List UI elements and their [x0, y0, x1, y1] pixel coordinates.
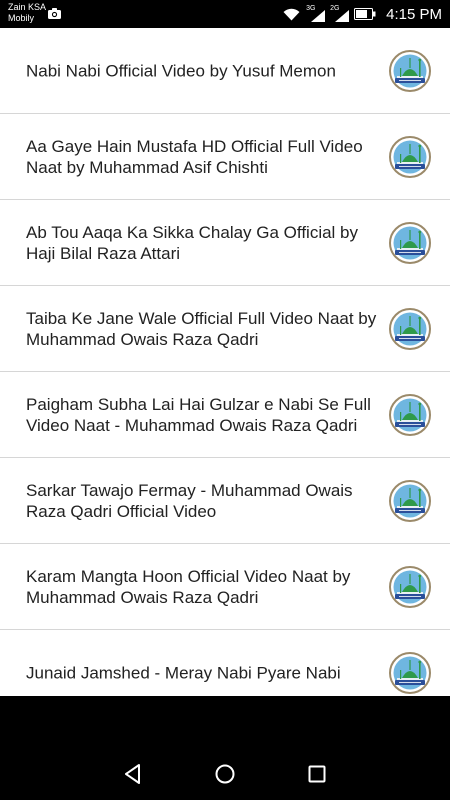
signal-3g-indicator: 3G [306, 5, 326, 22]
signal-icon [335, 10, 350, 22]
video-list[interactable]: Nabi Nabi Official Video by Yusuf Memon … [0, 28, 450, 696]
mosque-dome-thumbnail-icon [389, 651, 431, 694]
video-title: Ab Tou Aaqa Ka Sikka Chalay Ga Official … [26, 222, 359, 263]
list-item-video[interactable]: Aa Gaye Hain Mustafa HD Official Full Vi… [0, 114, 450, 200]
video-title: Sarkar Tawajo Fermay - Muhammad Owais Ra… [26, 480, 353, 521]
app-screen: Zain KSA Mobily 3G 2G 4:15 PM Nabi Nabi … [0, 0, 450, 800]
mosque-dome-thumbnail-icon [389, 135, 431, 178]
mosque-dome-thumbnail-icon [389, 479, 431, 522]
navigation-bar [0, 696, 450, 800]
list-item-video[interactable]: Junaid Jamshed - Meray Nabi Pyare Nabi [0, 630, 450, 696]
video-title: Paigham Subha Lai Hai Gulzar e Nabi Se F… [26, 394, 371, 435]
list-item-video[interactable]: Karam Mangta Hoon Official Video Naat by… [0, 544, 450, 630]
list-item-video[interactable]: Sarkar Tawajo Fermay - Muhammad Owais Ra… [0, 458, 450, 544]
signal-icon [311, 10, 326, 22]
status-icons: 3G 2G 4:15 PM [283, 0, 442, 28]
video-title: Junaid Jamshed - Meray Nabi Pyare Nabi [26, 663, 341, 682]
mosque-dome-thumbnail-icon [389, 393, 431, 436]
status-bar: Zain KSA Mobily 3G 2G 4:15 PM [0, 0, 450, 28]
carrier-name-primary: Zain KSA [8, 2, 47, 12]
carrier-info: Zain KSA Mobily [8, 2, 46, 24]
battery-icon [354, 8, 376, 20]
back-triangle-icon[interactable] [121, 762, 145, 786]
camera-icon [48, 8, 61, 19]
mosque-dome-thumbnail-icon [389, 49, 431, 92]
list-item-video[interactable]: Nabi Nabi Official Video by Yusuf Memon [0, 28, 450, 114]
video-title: Nabi Nabi Official Video by Yusuf Memon [26, 61, 336, 80]
mosque-dome-thumbnail-icon [389, 221, 431, 264]
video-title: Karam Mangta Hoon Official Video Naat by… [26, 566, 351, 607]
list-item-video[interactable]: Paigham Subha Lai Hai Gulzar e Nabi Se F… [0, 372, 450, 458]
status-time: 4:15 PM [386, 5, 442, 23]
list-item-video[interactable]: Ab Tou Aaqa Ka Sikka Chalay Ga Official … [0, 200, 450, 286]
list-item-video[interactable]: Taiba Ke Jane Wale Official Full Video N… [0, 286, 450, 372]
home-circle-icon[interactable] [213, 762, 237, 786]
video-title: Taiba Ke Jane Wale Official Full Video N… [26, 308, 377, 349]
recents-square-icon[interactable] [305, 762, 329, 786]
mosque-dome-thumbnail-icon [389, 307, 431, 350]
carrier-name-secondary: Mobily [8, 13, 35, 23]
mosque-dome-thumbnail-icon [389, 565, 431, 608]
signal-2g-indicator: 2G [330, 5, 350, 22]
video-title: Aa Gaye Hain Mustafa HD Official Full Vi… [26, 136, 363, 177]
wifi-icon [283, 8, 300, 20]
